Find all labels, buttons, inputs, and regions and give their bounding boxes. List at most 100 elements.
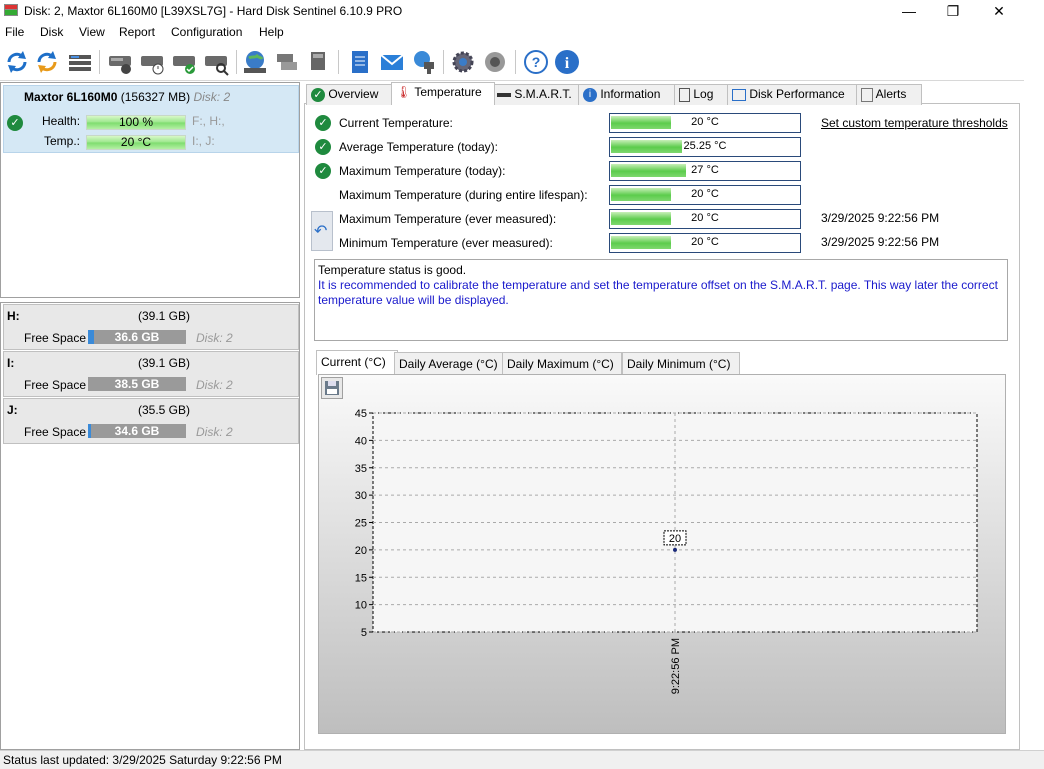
menu-view[interactable]: View (79, 25, 105, 39)
temperature-value-box: 20 °C (609, 185, 801, 205)
report-notepad-icon[interactable] (346, 48, 374, 76)
disk-copy-icon[interactable] (273, 48, 301, 76)
partition-item[interactable]: I: (39.1 GB) Free Space 38.5 GB Disk: 2 (3, 351, 299, 397)
chart-tab-daily-maximum[interactable]: Daily Maximum (°C) (502, 352, 622, 376)
document-icon (679, 87, 690, 102)
temp-bar: 20 °C (86, 135, 186, 150)
toolbar-separator (99, 50, 100, 74)
menu-disk[interactable]: Disk (40, 25, 63, 39)
temperature-value-box: 20 °C (609, 113, 801, 133)
temperature-date: 3/29/2025 9:22:56 PM (821, 235, 940, 249)
partition-item[interactable]: J: (35.5 GB) Free Space 34.6 GB Disk: 2 (3, 398, 299, 444)
maximize-button[interactable]: ❐ (930, 0, 976, 22)
disk-check-icon[interactable] (170, 48, 198, 76)
tab-information[interactable]: i Information (578, 84, 678, 105)
refresh-all-icon[interactable] (33, 48, 61, 76)
disk-list-icon[interactable] (66, 48, 94, 76)
temperature-row-label: Maximum Temperature (today): (339, 164, 506, 178)
temperature-row-label: Maximum Temperature (during entire lifes… (339, 188, 588, 202)
free-space-bar: 34.6 GB (88, 424, 186, 438)
temperature-value-box: 25.25 °C (609, 137, 801, 157)
tab-alerts[interactable]: Alerts (856, 84, 922, 105)
menu-help[interactable]: Help (259, 25, 284, 39)
status-good-text: Temperature status is good. (318, 263, 467, 277)
speaker-icon[interactable] (481, 48, 509, 76)
disk-card[interactable]: Maxtor 6L160M0 (156327 MB) Disk: 2 ✓ Hea… (3, 85, 299, 153)
temp-drive-letters: I:, J: (192, 134, 215, 148)
partition-letter: I: (7, 356, 15, 370)
y-tick-label: 5 (361, 627, 367, 639)
disk-number: Disk: 2 (193, 90, 231, 104)
disk-external-icon[interactable] (305, 48, 333, 76)
y-tick-label: 30 (355, 490, 367, 502)
reset-button[interactable]: ↶ (311, 211, 333, 251)
help-icon[interactable]: ? (522, 48, 550, 76)
temperature-value-box: 20 °C (609, 233, 801, 253)
temperature-value: 20 °C (691, 212, 719, 224)
partition-size: (35.5 GB) (138, 403, 191, 417)
globe-icon[interactable] (241, 48, 269, 76)
network-icon[interactable] (410, 48, 438, 76)
y-tick-label: 20 (355, 545, 367, 557)
temperature-value-box: 27 °C (609, 161, 801, 181)
disk-name: Maxtor 6L160M0 (24, 90, 118, 104)
disk-search-icon[interactable] (202, 48, 230, 76)
free-space-bar: 38.5 GB (88, 377, 186, 391)
toolbar-separator (338, 50, 339, 74)
toolbar-separator (236, 50, 237, 74)
partition-disk: Disk: 2 (196, 425, 233, 439)
partition-size: (39.1 GB) (138, 356, 191, 370)
chart-panel: 5 10 15 20 25 30 35 40 45 20 9:22:56 PM (318, 374, 1006, 734)
app-icon (4, 4, 18, 16)
partition-item[interactable]: H: (39.1 GB) Free Space 36.6 GB Disk: 2 (3, 304, 299, 350)
disk-timer-icon[interactable] (138, 48, 166, 76)
recommendation-text: It is recommended to calibrate the tempe… (318, 278, 998, 307)
temperature-chart: 5 10 15 20 25 30 35 40 45 20 9:22:56 PM (355, 408, 978, 694)
thermometer-icon: 🌡 (396, 85, 412, 99)
toolbar: ? i (0, 44, 1024, 81)
free-space-label: Free Space (24, 331, 87, 345)
settings-gear-icon[interactable] (449, 48, 477, 76)
toolbar-separator (443, 50, 444, 74)
temp-label: Temp.: (44, 134, 81, 148)
smart-bar-icon (497, 92, 511, 97)
temperature-row-label: Average Temperature (today): (339, 140, 498, 154)
minimize-button[interactable]: — (886, 0, 932, 22)
tab-smart[interactable]: S.M.A.R.T. (492, 84, 580, 105)
menu-configuration[interactable]: Configuration (171, 25, 242, 39)
status-ok-icon: ✓ (315, 163, 331, 179)
toolbar-separator (515, 50, 516, 74)
tab-overview[interactable]: ✓ Overview (306, 84, 394, 105)
info-small-icon: i (583, 87, 597, 102)
refresh-icon[interactable] (3, 48, 31, 76)
temperature-value: 27 °C (691, 164, 719, 176)
y-tick-label: 45 (355, 408, 367, 420)
mail-icon[interactable] (378, 48, 406, 76)
y-tick-label: 10 (355, 600, 367, 612)
chart-tab-daily-average[interactable]: Daily Average (°C) (394, 352, 504, 376)
data-point (673, 547, 677, 552)
custom-threshold-link[interactable]: Set custom temperature thresholds (821, 116, 1008, 130)
chart-tab-daily-minimum[interactable]: Daily Minimum (°C) (622, 352, 740, 376)
disk-info-icon[interactable] (106, 48, 134, 76)
menu-file[interactable]: File (5, 25, 24, 39)
temperature-value-box: 20 °C (609, 209, 801, 229)
temperature-value: 20 °C (691, 116, 719, 128)
tab-log[interactable]: Log (674, 84, 730, 105)
svg-text:i: i (565, 55, 570, 72)
svg-text:?: ? (532, 54, 541, 70)
partition-letter: J: (7, 403, 18, 417)
menu-report[interactable]: Report (119, 25, 155, 39)
free-space-label: Free Space (24, 378, 87, 392)
status-ok-icon: ✓ (315, 115, 331, 131)
chart-icon (732, 88, 746, 101)
temperature-date: 3/29/2025 9:22:56 PM (821, 211, 940, 225)
free-space-label: Free Space (24, 425, 87, 439)
info-icon[interactable]: i (553, 48, 581, 76)
tab-temperature[interactable]: 🌡 Temperature (391, 82, 495, 105)
health-bar: 100 % (86, 115, 186, 130)
close-button[interactable]: ✕ (976, 0, 1022, 22)
health-drive-letters: F:, H:, (192, 114, 225, 128)
chart-tab-current[interactable]: Current (°C) (316, 350, 398, 375)
tab-disk-performance[interactable]: Disk Performance (727, 84, 859, 105)
